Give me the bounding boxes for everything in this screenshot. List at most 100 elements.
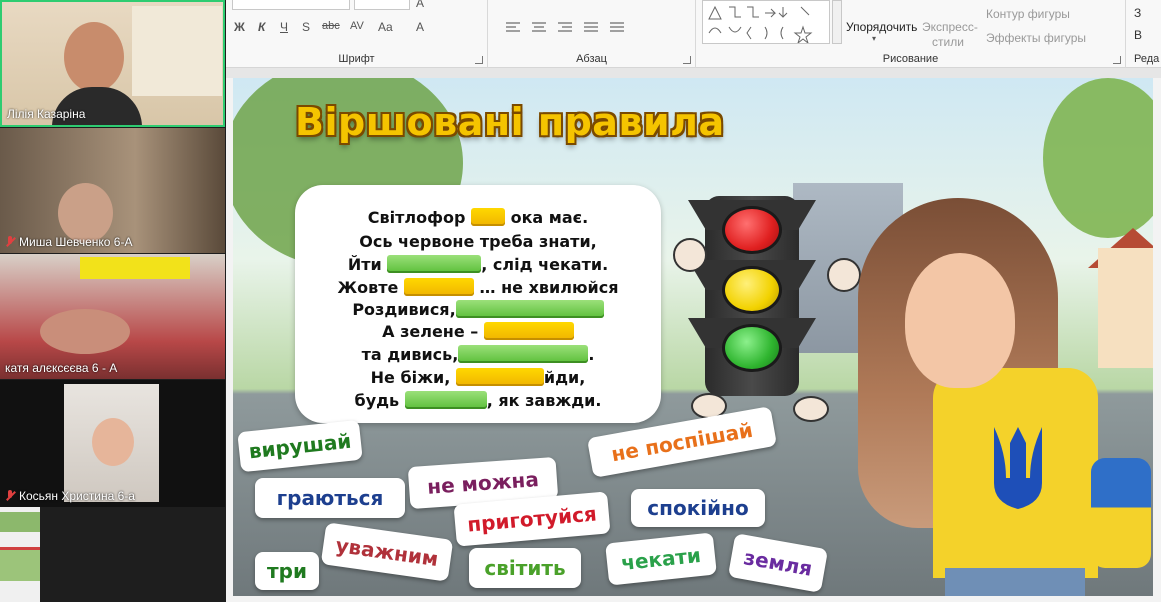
shape-outline-button[interactable]: Контур фигуры: [986, 7, 1070, 21]
quick-styles-label-2: стили: [932, 35, 964, 49]
muted-mic-icon: [5, 236, 15, 248]
participant-face: [64, 22, 124, 92]
word-chip[interactable]: чекати: [605, 532, 717, 586]
blank-slot[interactable]: [483, 322, 574, 340]
video-tile-3[interactable]: катя алєксєєва 6 - А: [0, 254, 225, 379]
poem-line-1: Світлофор ока має.: [367, 208, 589, 227]
word-chip-label: чекати: [619, 542, 703, 576]
arrange-chevron-icon: ▾: [872, 34, 877, 43]
video-tile-2[interactable]: Миша Шевченко 6-А: [0, 128, 225, 253]
traffic-light-hand-right: [827, 258, 861, 292]
poem-line-5: Роздивися,: [295, 299, 661, 321]
word-chip-label: приготуйся: [466, 501, 598, 537]
poem-line-9: будь , як завжди.: [354, 391, 602, 410]
poem-line-3: Йти , слід чекати.: [347, 255, 609, 274]
ribbon: Ж К Ч S abc AV Aa A A Шрифт Абзац Упоряд…: [226, 0, 1161, 68]
clear-format-button[interactable]: A: [416, 0, 424, 10]
traffic-light-foot-right: [793, 396, 829, 422]
paragraph-group: Абзац: [488, 0, 696, 68]
poem-line-2: Ось червоне треба знати,: [359, 232, 597, 251]
poem-line-7: та дивись,.: [361, 345, 595, 364]
house-illustration: [1098, 248, 1153, 368]
font-dialog-launcher-icon[interactable]: [475, 56, 483, 64]
shapes-gallery[interactable]: [702, 0, 830, 45]
alignment-icons[interactable]: [506, 21, 646, 35]
shape-effects-button[interactable]: Эффекты фигуры: [986, 31, 1086, 45]
participant-face: [58, 183, 113, 243]
blank-slot[interactable]: [403, 278, 474, 296]
word-chip[interactable]: три: [255, 552, 319, 590]
word-chip-label: спокійно: [647, 496, 749, 520]
drawing-group: Упорядочить ▾ Экспресс- стили Контур фиг…: [696, 0, 1126, 68]
underline-button[interactable]: Ч: [280, 20, 288, 34]
blank-slot[interactable]: [458, 345, 589, 363]
quick-styles-button[interactable]: Экспресс-: [922, 20, 978, 34]
video-tile-1[interactable]: Лілія Казаріна: [0, 0, 225, 127]
video-sidebar: Лілія Казаріна Миша Шевченко 6-А катя ал…: [0, 0, 226, 602]
paragraph-group-label: Абзац: [576, 53, 607, 65]
font-group-label: Шрифт: [338, 53, 375, 65]
word-chip-label: граються: [276, 486, 384, 510]
blank-slot[interactable]: [387, 255, 482, 273]
green-lamp: [722, 324, 782, 372]
font-size-box[interactable]: [354, 0, 410, 10]
muted-mic-icon: [5, 490, 15, 502]
blank-slot[interactable]: [455, 368, 544, 386]
slide-thumbnails[interactable]: [0, 507, 40, 602]
drawing-dialog-launcher-icon[interactable]: [1113, 56, 1121, 64]
blank-slot[interactable]: [455, 300, 604, 318]
slide-canvas[interactable]: Віршовані правила Світлофор ока має. Ось…: [233, 78, 1153, 596]
red-lamp: [722, 206, 782, 254]
bold-button[interactable]: Ж: [234, 20, 245, 34]
word-chip-label: не поспішай: [609, 417, 755, 467]
font-name-box[interactable]: [232, 0, 350, 10]
drawing-group-label: Рисование: [882, 53, 939, 65]
slide-thumbnail[interactable]: [0, 512, 40, 532]
traffic-light-hand-left: [673, 238, 707, 272]
word-chip[interactable]: граються: [255, 478, 405, 518]
participant-name-4: Косьян Христина 6-а: [5, 489, 135, 503]
font-color-button[interactable]: A: [416, 20, 424, 34]
word-chip[interactable]: вирушай: [237, 419, 363, 473]
backpack-illustration: [1091, 458, 1151, 568]
poem-card[interactable]: Світлофор ока має. Ось червоне треба зна…: [295, 185, 661, 423]
video-tile-4[interactable]: Косьян Христина 6-а: [0, 380, 225, 507]
participant-face: [92, 418, 134, 466]
yellow-lamp: [722, 266, 782, 314]
italic-button[interactable]: К: [258, 20, 265, 34]
word-chip[interactable]: земля: [727, 533, 829, 593]
participant-head: [40, 309, 130, 354]
participant-name-2: Миша Шевченко 6-А: [5, 235, 132, 249]
word-chip[interactable]: уважним: [320, 522, 454, 582]
slide-thumbnail[interactable]: [0, 547, 40, 581]
word-chip[interactable]: спокійно: [631, 489, 765, 527]
participant-name-1: Лілія Казаріна: [7, 107, 86, 121]
slide-title[interactable]: Віршовані правила: [295, 100, 725, 144]
word-chip-label: три: [267, 559, 307, 583]
word-chip-label: уважним: [334, 532, 440, 572]
shadow-button[interactable]: S: [302, 20, 310, 34]
find-button[interactable]: З: [1134, 6, 1141, 20]
app-window: Ж К Ч S abc AV Aa A A Шрифт Абзац Упоряд…: [0, 0, 1161, 602]
word-chip-label: вирушай: [247, 428, 353, 464]
shapes-gallery-scroll[interactable]: [832, 0, 842, 44]
blank-slot[interactable]: [404, 391, 487, 409]
girl-face-illustration: [905, 253, 1015, 388]
word-chip-label: світить: [484, 556, 566, 580]
font-group: Ж К Ч S abc AV Aa A A Шрифт: [226, 0, 488, 68]
char-spacing-button[interactable]: AV: [350, 20, 364, 32]
shapes-icons: [708, 5, 813, 45]
strikethrough-button[interactable]: abc: [322, 20, 340, 32]
paragraph-dialog-launcher-icon[interactable]: [683, 56, 691, 64]
poem-line-6: А зелене –: [295, 321, 661, 343]
slide-workspace-gutter: [226, 68, 1161, 78]
blank-slot[interactable]: [471, 208, 505, 226]
editing-group-label: Реда: [1134, 53, 1160, 65]
tree-right-illustration: [1043, 78, 1153, 238]
trident-icon: [994, 427, 1042, 509]
arrange-button[interactable]: Упорядочить: [846, 20, 917, 34]
girl-jeans-illustration: [945, 568, 1085, 596]
change-case-button[interactable]: Aa: [378, 20, 393, 34]
select-button[interactable]: В: [1134, 28, 1142, 42]
word-chip[interactable]: світить: [469, 548, 581, 588]
